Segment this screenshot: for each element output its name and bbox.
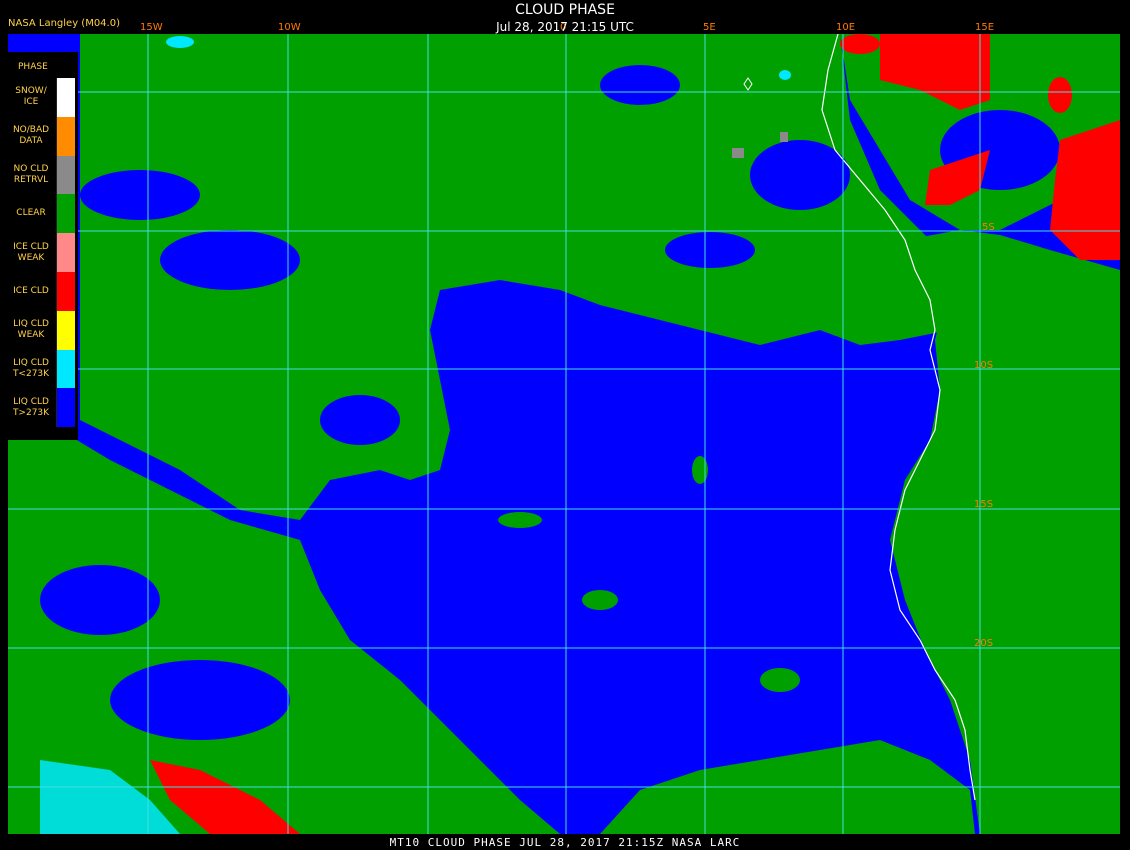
timestamp: Jul 28, 2017 21:15 UTC: [496, 20, 634, 34]
legend-label: SNOW/ ICE: [15, 86, 47, 108]
legend-label: CLEAR: [16, 208, 46, 219]
footer-caption: MT10 CLOUD PHASE JUL 28, 2017 21:15Z NAS…: [389, 836, 741, 849]
legend-label: LIQ CLD T<273K: [12, 358, 50, 379]
legend-swatch: [56, 272, 75, 311]
legend-label: LIQ CLD T>273K: [12, 396, 50, 418]
cloud-phase-map: [8, 34, 1120, 834]
lat-label: 15S: [974, 499, 994, 510]
legend-title: PHASE: [18, 62, 48, 72]
legend-swatch: [56, 78, 75, 117]
phase-legend: PHASE SNOW/ ICE NO/BAD DATA NO CLD RETRVL C…: [8, 52, 78, 440]
legend-swatch: [56, 233, 75, 272]
lat-label: 10S: [974, 360, 994, 371]
legend-label: NO/BAD DATA: [12, 125, 50, 147]
legend-swatch: [56, 349, 75, 389]
legend-swatch: [56, 388, 75, 428]
legend-swatch: [56, 194, 75, 234]
legend-swatch: [56, 155, 75, 195]
legend-swatch: [56, 116, 75, 156]
page-title: CLOUD PHASE: [515, 2, 615, 18]
legend-label: LIQ CLD WEAK: [13, 319, 49, 341]
lat-label: 5S: [982, 222, 995, 233]
legend-label: ICE CLD: [13, 285, 49, 296]
legend-label: NO CLD RETRVL: [13, 164, 49, 185]
ice-cloud-east: [1050, 120, 1120, 260]
legend-swatch: [56, 310, 75, 350]
legend-label: ICE CLD WEAK: [13, 241, 49, 263]
map-viewer: 15W 10W 0 5E 10E 15E 5S 10S 15S 20S NASA…: [0, 0, 1130, 850]
lat-label: 20S: [974, 638, 994, 649]
